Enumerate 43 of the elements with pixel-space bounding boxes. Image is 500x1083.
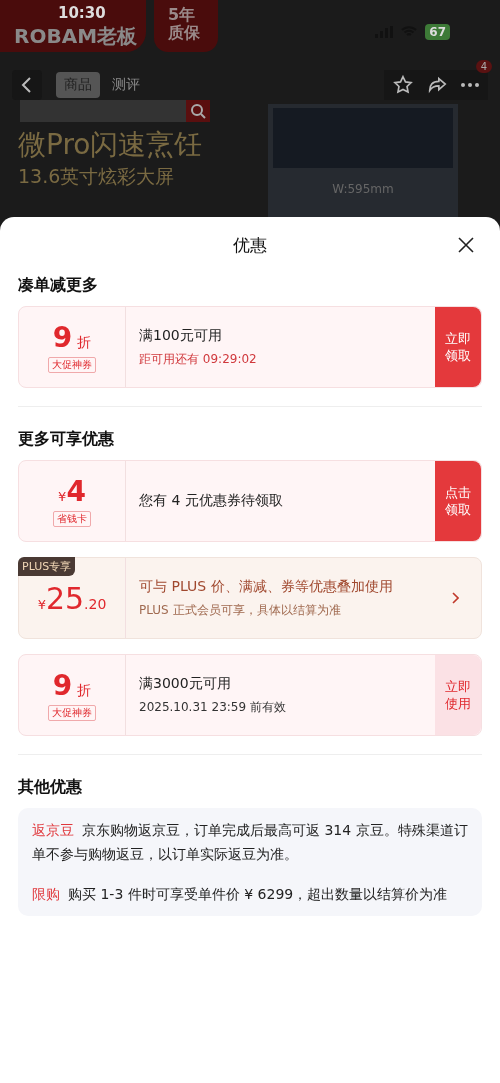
close-icon[interactable] bbox=[458, 237, 474, 253]
plus-badge: PLUS专享 bbox=[18, 557, 76, 576]
coupon-title: 满3000元可用 bbox=[139, 674, 232, 693]
coupon-title: 满100元可用 bbox=[139, 326, 223, 345]
page-tab[interactable]: 测评 bbox=[104, 72, 148, 98]
promo-headline: 微Pro闪速烹饪 bbox=[18, 127, 204, 163]
coupon-value: 25 bbox=[45, 580, 85, 616]
coupon-subtitle: PLUS 正式会员可享，具体以结算为准 bbox=[139, 601, 342, 619]
coupon-tag: 大促神券 bbox=[48, 357, 96, 373]
warranty-badge: 5年质保 bbox=[154, 0, 218, 52]
discount-unit: 折 bbox=[77, 334, 92, 352]
discount-unit: 折 bbox=[77, 682, 92, 700]
chevron-right-icon[interactable] bbox=[451, 592, 459, 604]
coupon-tag: 大促神券 bbox=[48, 705, 96, 721]
notification-badge: 4 bbox=[475, 60, 492, 73]
coupon-action-button[interactable]: 立即使用 bbox=[435, 655, 481, 735]
star-icon[interactable] bbox=[392, 74, 414, 96]
value-decimal: .20 bbox=[84, 595, 107, 612]
coupon-title: 可与 PLUS 价、满减、券等优惠叠加使用 bbox=[139, 577, 394, 596]
search-icon bbox=[186, 100, 210, 122]
coupon-subtitle: 2025.10.31 23:59 前有效 bbox=[139, 698, 287, 716]
currency-sign: ¥ bbox=[37, 596, 46, 612]
coupon-action-button[interactable]: 点击领取 bbox=[435, 461, 481, 541]
coupon-title: 您有 4 元优惠券待领取 bbox=[139, 492, 284, 510]
coupon-value: 9 bbox=[52, 321, 73, 354]
benefit-text: 限购 购买 1-3 件时可享受单件价 ¥ 6299，超出数量以结算价为准 bbox=[32, 885, 449, 904]
benefit-text: 返京豆 京东购物返京豆，订单完成后最高可返 314 京豆。特殊渠道订单不参与购物返豆，以订单实际返豆为准。 bbox=[32, 821, 468, 864]
section-title: 更多可享优惠 bbox=[18, 429, 114, 450]
promo-subheadline: 13.6英寸炫彩大屏 bbox=[18, 164, 176, 189]
back-icon[interactable] bbox=[12, 70, 42, 100]
coupon-value: 4 bbox=[66, 475, 86, 508]
sheet-title: 优惠 bbox=[233, 233, 267, 257]
currency-sign: ¥ bbox=[58, 489, 67, 504]
coupon-subtitle: 距可用还有 09:29:02 bbox=[139, 350, 258, 368]
section-title: 凑单减更多 bbox=[18, 275, 98, 296]
coupon-value: 9 bbox=[52, 669, 73, 702]
battery-level: 67 bbox=[425, 24, 450, 40]
coupon-action-button[interactable]: 立即领取 bbox=[435, 307, 481, 387]
dimension-label: W:595mm bbox=[332, 182, 394, 196]
coupon-tag: 省钱卡 bbox=[53, 511, 91, 527]
section-title: 其他优惠 bbox=[18, 777, 82, 798]
more-icon[interactable] bbox=[460, 82, 480, 88]
status-time: 10:30 bbox=[58, 4, 106, 22]
